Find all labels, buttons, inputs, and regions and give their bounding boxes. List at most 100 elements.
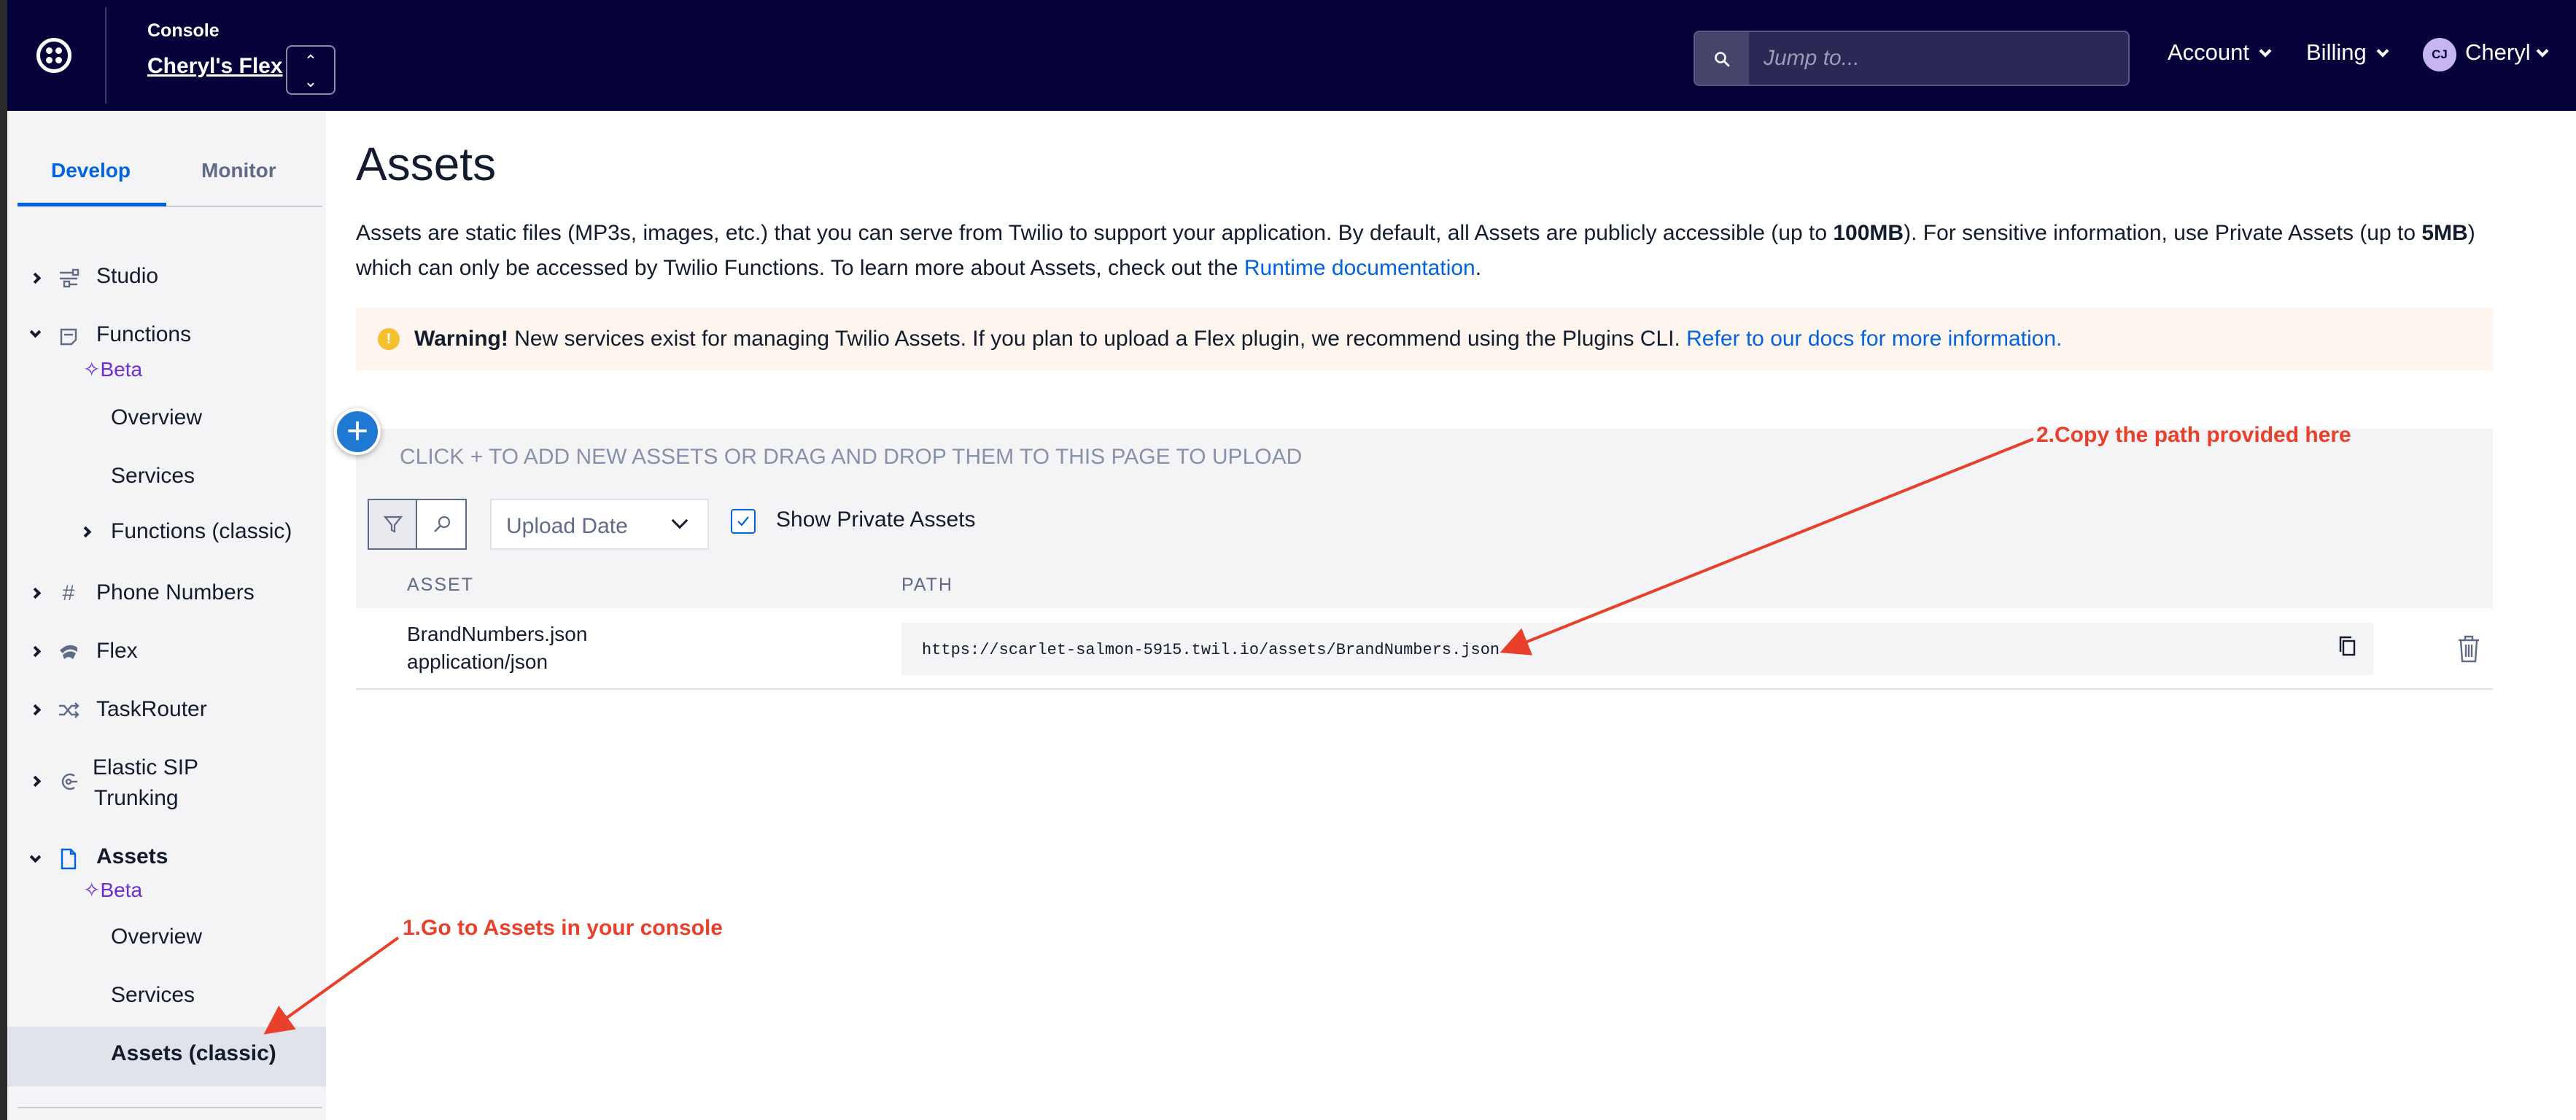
hash-icon: # [62,581,75,605]
column-header-asset: ASSET [407,575,474,595]
studio-icon [57,267,80,290]
billing-menu-label: Billing [2306,39,2367,65]
sidebar-item-functions[interactable]: Functions [96,322,191,347]
sidebar-item-elastic-sip-trunking[interactable]: Elastic SIP Trunking [93,755,198,811]
filter-button[interactable] [369,500,417,548]
topbar-divider [105,7,106,104]
tab-monitor[interactable]: Monitor [201,159,276,182]
search-button[interactable] [419,500,465,548]
show-private-label[interactable]: Show Private Assets [776,508,975,532]
docs-link[interactable]: Refer to our docs for more information. [1686,327,2062,351]
delete-icon[interactable] [2456,634,2481,664]
user-menu[interactable]: Cheryl [2465,39,2549,66]
beta-badge: ✧Beta [83,357,142,381]
filter-icon [383,516,403,533]
top-navigation-bar: Console Cheryl's Flex ⌃⌄ Account Billing… [7,0,2576,111]
intro-part: ). For sensitive information, use Privat… [1904,221,2422,245]
chevron-down-icon [671,512,688,529]
sidebar-item-studio[interactable]: Studio [96,264,158,289]
private-limit: 5MB [2421,221,2468,245]
select-value: Upload Date [506,514,628,538]
show-private-checkbox[interactable] [731,509,756,534]
user-name: Cheryl [2465,39,2531,65]
window-edge [0,0,7,1120]
filter-bar: Upload Date Show Private Assets ASSET PA… [356,484,2493,608]
account-name-link[interactable]: Cheryl's Flex [147,54,283,79]
sidebar-item-flex[interactable]: Flex [96,639,138,664]
beta-label: Beta [100,879,143,901]
chevron-down-icon[interactable] [29,851,42,863]
warning-banner: ! Warning! New services exist for managi… [356,308,2493,370]
warning-icon: ! [378,328,400,350]
sidebar-item-phone-numbers[interactable]: Phone Numbers [96,580,255,605]
asset-name: BrandNumbers.json [407,623,588,645]
account-menu[interactable]: Account [2168,39,2272,66]
asset-type: application/json [407,650,548,673]
upload-hint: CLICK + TO ADD NEW ASSETS OR DRAG AND DR… [400,445,1303,469]
column-header-path: PATH [901,575,953,595]
chevron-up-down-icon: ⌃ ⌄ [303,52,318,90]
annotation-go-to-assets: 1.Go to Assets in your console [403,916,723,940]
sidebar-item-assets-classic[interactable]: Assets (classic) [111,1041,276,1066]
sidebar-item-assets-services[interactable]: Services [111,983,195,1008]
sip-trunking-icon [57,770,80,793]
warning-label: Warning! [414,327,508,351]
page-title: Assets [356,138,497,190]
chevron-right-icon[interactable] [29,645,42,658]
console-label: Console [147,20,220,41]
upload-date-select[interactable]: Upload Date [490,499,709,550]
search-icon [434,516,451,532]
checkmark-icon [737,516,749,526]
file-icon [57,847,80,871]
search-input[interactable] [1756,32,2121,85]
plus-icon: + [346,410,369,452]
functions-icon [57,325,80,349]
sidebar-item-assets-overview[interactable]: Overview [111,925,202,949]
sidebar-divider [18,1107,322,1108]
chevron-right-icon[interactable] [79,526,92,538]
filter-search-toggle [368,499,467,550]
chevron-right-icon[interactable] [29,587,42,599]
search-icon[interactable] [1695,32,1749,85]
sparkle-icon: ✧ [83,358,101,381]
beta-badge: ✧Beta [83,878,142,902]
tab-develop[interactable]: Develop [51,159,131,182]
add-asset-button[interactable]: + [334,408,381,455]
avatar[interactable]: CJ [2423,38,2456,71]
account-switcher-button[interactable]: ⌃ ⌄ [286,45,335,95]
intro-part: . [1475,256,1482,280]
intro-text: Assets are static files (MP3s, images, e… [356,216,2507,286]
billing-menu[interactable]: Billing [2306,39,2389,66]
sidebar-item-functions-classic[interactable]: Functions (classic) [111,519,292,544]
sidebar-item-assets[interactable]: Assets [96,844,168,869]
flex-icon [57,640,80,664]
taskrouter-icon [57,699,80,722]
account-menu-label: Account [2168,39,2250,65]
warning-text: Warning! New services exist for managing… [414,327,2062,351]
sparkle-icon: ✧ [83,879,101,901]
chevron-right-icon[interactable] [29,704,42,716]
jump-to-search[interactable] [1694,31,2130,86]
beta-label: Beta [100,358,143,381]
intro-part: Assets are static files (MP3s, images, e… [356,221,1834,245]
asset-path-field[interactable]: https://scarlet-salmon-5915.twil.io/asse… [901,623,2373,675]
sidebar-item-functions-overview[interactable]: Overview [111,405,202,430]
warning-message: New services exist for managing Twilio A… [508,327,1687,351]
sidebar-item-label: Trunking [94,786,179,810]
asset-path: https://scarlet-salmon-5915.twil.io/asse… [922,641,1500,659]
chevron-down-icon [2259,44,2272,58]
public-limit: 100MB [1833,221,1904,245]
twilio-logo-icon[interactable] [36,38,71,73]
sidebar-item-taskrouter[interactable]: TaskRouter [96,697,207,722]
chevron-down-icon [2536,44,2549,58]
chevron-right-icon[interactable] [29,272,42,284]
chevron-down-icon[interactable] [29,326,42,338]
active-tab-indicator [18,203,166,206]
copy-icon[interactable] [2337,634,2359,659]
runtime-docs-link[interactable]: Runtime documentation [1244,256,1475,280]
sidebar-item-functions-services[interactable]: Services [111,464,195,489]
chevron-down-icon [2376,44,2389,58]
chevron-right-icon[interactable] [29,775,42,788]
table-row: BrandNumbers.json application/json https… [356,608,2493,690]
annotation-copy-path: 2.Copy the path provided here [2036,423,2351,447]
